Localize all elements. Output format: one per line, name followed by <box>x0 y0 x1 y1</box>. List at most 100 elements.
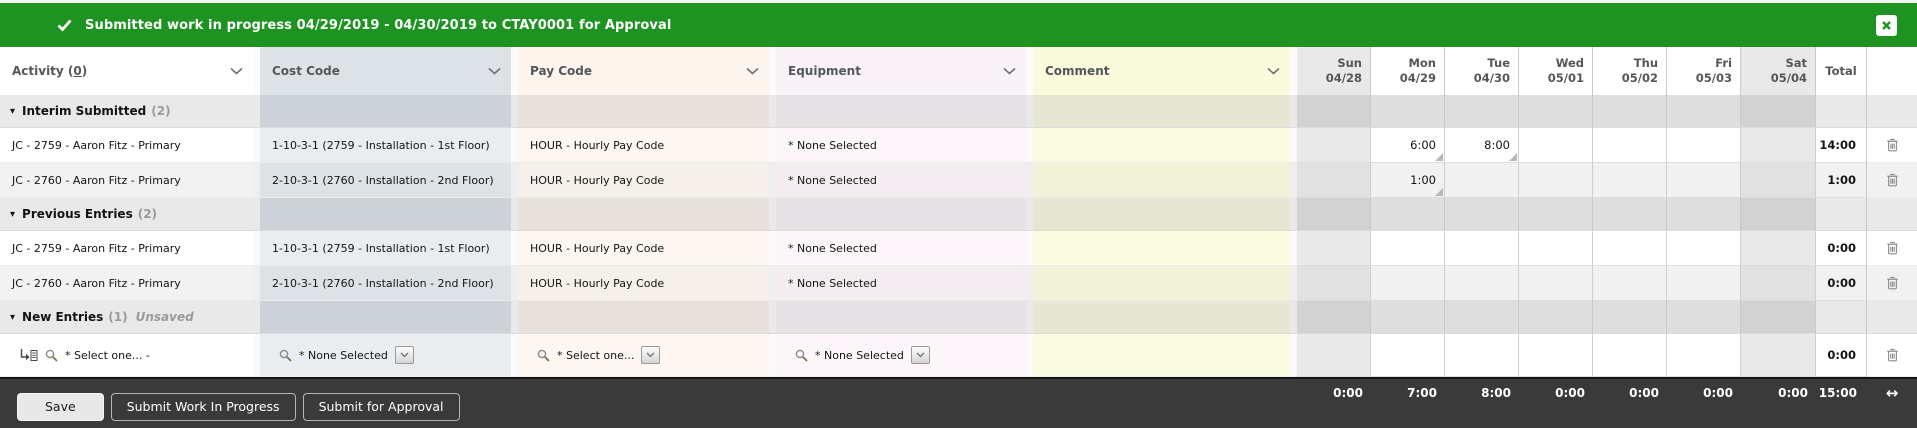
day-name: Sun <box>1337 56 1362 71</box>
hours-cell-sat[interactable] <box>1741 128 1816 163</box>
search-icon[interactable] <box>279 349 292 362</box>
group-actions-cell <box>1867 198 1917 231</box>
cost-select-cell[interactable]: * None Selected <box>260 334 511 377</box>
dropdown-button[interactable] <box>910 346 930 364</box>
equip-select-value[interactable]: * None Selected <box>815 349 904 362</box>
hours-cell-fri[interactable] <box>1667 334 1741 377</box>
hours-cell-wed[interactable] <box>1519 334 1593 377</box>
save-button[interactable]: Save <box>17 393 104 421</box>
hours-cell-sat[interactable] <box>1741 231 1816 266</box>
delete-row-button[interactable] <box>1886 173 1899 187</box>
hours-cell-sat[interactable] <box>1741 163 1816 198</box>
copy-from-list-icon[interactable] <box>19 348 38 362</box>
hours-cell-thu[interactable] <box>1593 266 1667 301</box>
hours-cell-sun[interactable] <box>1297 334 1371 377</box>
equip-cell[interactable]: * None Selected <box>776 231 1026 266</box>
equip-cell[interactable]: * None Selected <box>776 163 1026 198</box>
chevron-down-icon[interactable] <box>488 67 501 75</box>
cost-cell[interactable]: 1-10-3-1 (2759 - Installation - 1st Floo… <box>260 231 511 266</box>
act-cell[interactable]: JC - 2760 - Aaron Fitz - Primary <box>0 266 253 301</box>
comment-cell[interactable] <box>1033 231 1290 266</box>
cost-cell[interactable]: 2-10-3-1 (2760 - Installation - 2nd Floo… <box>260 266 511 301</box>
hours-cell-tue[interactable] <box>1445 266 1519 301</box>
group-header-cell[interactable]: ▾ New Entries (1) Unsaved <box>0 301 253 334</box>
delete-row-button[interactable] <box>1886 348 1899 362</box>
collapse-caret-icon[interactable]: ▾ <box>10 106 15 117</box>
hours-cell-mon[interactable] <box>1371 266 1445 301</box>
hours-cell-tue[interactable] <box>1445 163 1519 198</box>
search-icon[interactable] <box>795 349 808 362</box>
hours-cell-mon[interactable]: 6:00 <box>1371 128 1445 163</box>
cost-cell[interactable]: 1-10-3-1 (2759 - Installation - 1st Floo… <box>260 128 511 163</box>
pay-select-cell[interactable]: * Select one... <box>518 334 769 377</box>
delete-row-button[interactable] <box>1886 276 1899 290</box>
hours-cell-sun[interactable] <box>1297 163 1371 198</box>
act-cell[interactable]: JC - 2759 - Aaron Fitz - Primary <box>0 128 253 163</box>
hours-cell-fri[interactable] <box>1667 128 1741 163</box>
pay-cell[interactable]: HOUR - Hourly Pay Code <box>518 163 769 198</box>
dropdown-button[interactable] <box>641 346 661 364</box>
hours-cell-thu[interactable] <box>1593 128 1667 163</box>
chevron-down-icon[interactable] <box>1003 67 1016 75</box>
act-cell[interactable]: JC - 2759 - Aaron Fitz - Primary <box>0 231 253 266</box>
group-header-cell[interactable]: ▾ Interim Submitted (2) <box>0 95 253 128</box>
hours-cell-thu[interactable] <box>1593 334 1667 377</box>
hours-cell-mon[interactable] <box>1371 334 1445 377</box>
collapse-caret-icon[interactable]: ▾ <box>10 312 15 323</box>
row-total-cell: 14:00 <box>1816 128 1867 163</box>
hours-cell-wed[interactable] <box>1519 128 1593 163</box>
hours-cell-sun[interactable] <box>1297 128 1371 163</box>
hours-cell-sun[interactable] <box>1297 231 1371 266</box>
hours-cell-sun[interactable] <box>1297 266 1371 301</box>
hours-cell-tue[interactable] <box>1445 334 1519 377</box>
hours-cell-fri[interactable] <box>1667 266 1741 301</box>
hours-cell-mon[interactable]: 1:00 <box>1371 163 1445 198</box>
act-cell[interactable]: JC - 2760 - Aaron Fitz - Primary <box>0 163 253 198</box>
hours-cell-thu[interactable] <box>1593 231 1667 266</box>
day-date: 05/02 <box>1621 71 1658 85</box>
activity-select-cell[interactable]: * Select one... - <box>0 334 253 377</box>
equip-select-cell[interactable]: * None Selected <box>776 334 1026 377</box>
hours-cell-sat[interactable] <box>1741 334 1816 377</box>
comment-cell[interactable] <box>1033 266 1290 301</box>
banner-close-button[interactable] <box>1876 14 1897 36</box>
hours-cell-fri[interactable] <box>1667 231 1741 266</box>
delete-row-button[interactable] <box>1886 241 1899 255</box>
hours-cell-wed[interactable] <box>1519 231 1593 266</box>
pay-cell[interactable]: HOUR - Hourly Pay Code <box>518 231 769 266</box>
activity-count-link[interactable]: 0 <box>73 64 81 78</box>
chevron-down-icon[interactable] <box>230 67 243 75</box>
equip-cell[interactable]: * None Selected <box>776 266 1026 301</box>
comment-cell[interactable] <box>1033 128 1290 163</box>
search-icon[interactable] <box>45 349 58 362</box>
hours-cell-sat[interactable] <box>1741 266 1816 301</box>
search-icon[interactable] <box>537 349 550 362</box>
group-header-cell[interactable]: ▾ Previous Entries (2) <box>0 198 253 231</box>
pay-select-value[interactable]: * Select one... <box>557 349 634 362</box>
hours-cell-fri[interactable] <box>1667 163 1741 198</box>
hours-cell-thu[interactable] <box>1593 163 1667 198</box>
chevron-down-icon[interactable] <box>1267 67 1280 75</box>
cost-select-value[interactable]: * None Selected <box>299 349 388 362</box>
group-cell-equip <box>776 198 1026 231</box>
delete-row-button[interactable] <box>1886 138 1899 152</box>
dropdown-button[interactable] <box>394 346 414 364</box>
submit-for-approval-button[interactable]: Submit for Approval <box>302 393 460 421</box>
pay-cell[interactable]: HOUR - Hourly Pay Code <box>518 128 769 163</box>
resize-columns-icon[interactable]: ↔ <box>1867 381 1917 405</box>
hours-cell-mon[interactable] <box>1371 231 1445 266</box>
column-gap <box>769 163 776 198</box>
hours-cell-wed[interactable] <box>1519 163 1593 198</box>
pay-cell[interactable]: HOUR - Hourly Pay Code <box>518 266 769 301</box>
hours-cell-tue[interactable] <box>1445 231 1519 266</box>
hours-cell-wed[interactable] <box>1519 266 1593 301</box>
collapse-caret-icon[interactable]: ▾ <box>10 209 15 220</box>
equip-cell[interactable]: * None Selected <box>776 128 1026 163</box>
chevron-down-icon[interactable] <box>746 67 759 75</box>
submit-work-in-progress-button[interactable]: Submit Work In Progress <box>110 393 296 421</box>
comment-cell[interactable] <box>1033 334 1290 377</box>
comment-cell[interactable] <box>1033 163 1290 198</box>
cost-cell[interactable]: 2-10-3-1 (2760 - Installation - 2nd Floo… <box>260 163 511 198</box>
hours-cell-tue[interactable]: 8:00 <box>1445 128 1519 163</box>
activity-select-value[interactable]: * Select one... - <box>65 349 150 362</box>
